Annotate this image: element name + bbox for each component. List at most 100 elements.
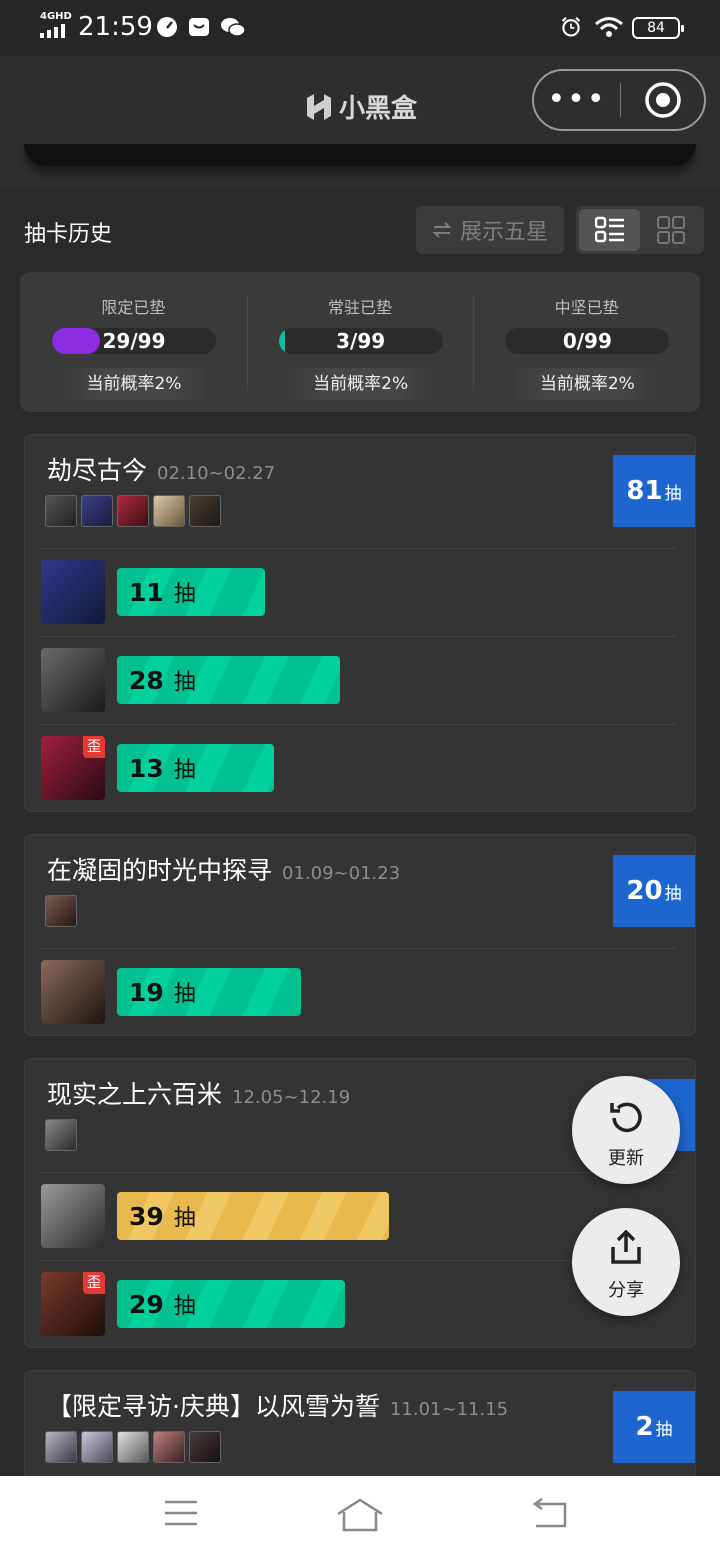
operator-avatar <box>41 648 105 712</box>
banner-card[interactable]: 【限定寻访·庆典】以风雪为誓 11.01~11.15 2抽 <box>24 1370 696 1490</box>
refresh-button[interactable]: 更新 <box>572 1076 680 1184</box>
pull-unit: 抽 <box>173 982 196 1007</box>
system-nav-bar <box>0 1476 720 1560</box>
close-target-icon <box>644 82 681 118</box>
pity-count: 3/99 <box>336 329 386 353</box>
clock: 21:59 <box>78 12 153 42</box>
off-banner-tag: 歪 <box>83 1272 105 1294</box>
xiaoheihe-logo-icon <box>307 93 331 120</box>
banner-date: 01.09~01.23 <box>282 863 401 884</box>
menu-icon <box>165 1500 197 1526</box>
grid-view-button[interactable] <box>640 209 701 251</box>
pull-unit: 抽 <box>173 582 196 607</box>
operator-thumbnail <box>45 1119 77 1151</box>
pity-progress-bar: 29/99 <box>52 328 216 354</box>
more-button[interactable]: ••• <box>534 85 620 115</box>
show-five-star-button[interactable]: 展示五星 <box>416 206 564 254</box>
pull-unit: 抽 <box>655 1419 673 1440</box>
pull-row: 19 抽 <box>41 948 675 1036</box>
message-icon <box>189 18 209 36</box>
banner-date: 11.01~11.15 <box>389 1399 509 1420</box>
network-type: 4GHD <box>40 11 72 22</box>
operator-thumbnail <box>189 1431 221 1463</box>
off-banner-tag: 歪 <box>83 736 105 758</box>
operator-thumbnail <box>117 1431 149 1463</box>
pity-progress-bar: 3/99 <box>278 328 443 354</box>
pull-count-bar: 29 抽 <box>117 1280 345 1328</box>
pull-count-bar: 19 抽 <box>117 968 301 1016</box>
pull-count-bar: 11 抽 <box>117 568 265 616</box>
home-button[interactable] <box>336 1498 384 1536</box>
current-rate: 当前概率2% <box>60 368 208 400</box>
total-pulls-badge: 20 抽 <box>613 855 695 927</box>
operator-thumbnails <box>45 1119 77 1151</box>
banner-card[interactable]: 劫尽古今 02.10~02.27 81 抽 11 抽 28 抽 歪 13 抽 <box>24 434 696 812</box>
home-icon <box>337 1498 383 1532</box>
list-view-button[interactable] <box>579 209 640 251</box>
refresh-icon <box>610 1102 642 1133</box>
total-pulls-badge: 2抽 <box>613 1391 695 1463</box>
show-five-star-label: 展示五星 <box>459 220 548 245</box>
operator-thumbnail <box>81 495 113 527</box>
operator-avatar <box>41 960 105 1024</box>
wechat-icon <box>221 18 246 37</box>
list-view-icon <box>594 216 624 243</box>
stat-label: 限定已垫 <box>101 298 166 317</box>
pull-count-bar: 39 抽 <box>117 1192 389 1240</box>
operator-thumbnail <box>117 495 149 527</box>
pull-unit: 抽 <box>664 483 682 504</box>
speedometer-icon <box>157 17 177 37</box>
swap-icon <box>432 222 452 238</box>
pull-unit: 抽 <box>664 883 682 904</box>
pull-count: 39 <box>129 1201 164 1231</box>
pull-unit: 抽 <box>173 1206 196 1231</box>
pull-unit: 抽 <box>173 758 196 783</box>
app-logo: 小黑盒 <box>305 88 417 125</box>
banner-bottom <box>24 144 696 166</box>
mini-program-header: 小黑盒 ••• <box>0 56 720 186</box>
banner-title: 【限定寻访·庆典】以风雪为誓 <box>47 1392 380 1421</box>
operator-thumbnail <box>45 895 77 927</box>
pull-row: 11 抽 <box>41 548 675 636</box>
total-pulls-badge: 81 抽 <box>613 455 695 527</box>
banner-title-line: 在凝固的时光中探寻 01.09~01.23 <box>47 851 400 887</box>
pull-count-bar: 13 抽 <box>117 744 274 792</box>
view-toggle <box>576 206 704 254</box>
banner-title: 在凝固的时光中探寻 <box>47 856 273 885</box>
refresh-label: 更新 <box>608 1148 644 1169</box>
battery-indicator: 84 <box>632 17 684 39</box>
total-pulls: 81 <box>626 476 663 506</box>
wifi-icon <box>595 17 623 37</box>
alarm-icon <box>561 16 581 37</box>
pull-unit: 抽 <box>173 1294 196 1319</box>
close-button[interactable] <box>621 81 704 119</box>
banner-title: 现实之上六百米 <box>47 1080 223 1109</box>
standard-pity: 常驻已垫 3/99 当前概率2% <box>246 272 474 412</box>
current-rate: 当前概率2% <box>286 368 435 400</box>
stat-label: 中坚已垫 <box>554 298 619 317</box>
share-button[interactable]: 分享 <box>572 1208 680 1316</box>
pull-count: 13 <box>129 753 164 783</box>
menu-button[interactable] <box>164 1498 198 1532</box>
banner-title: 劫尽古今 <box>47 456 148 485</box>
banner-title-line: 现实之上六百米 12.05~12.19 <box>47 1075 350 1111</box>
operator-avatar <box>41 560 105 624</box>
total-pulls: 2 <box>635 1412 654 1442</box>
banner-date: 02.10~02.27 <box>157 463 276 484</box>
capsule-menu: ••• <box>532 69 706 131</box>
operator-thumbnail <box>189 495 221 527</box>
pull-count-bar: 28 抽 <box>117 656 340 704</box>
banner-title-line: 劫尽古今 02.10~02.27 <box>47 451 275 487</box>
share-icon <box>611 1230 641 1264</box>
pull-count: 11 <box>129 577 164 607</box>
current-rate: 当前概率2% <box>513 368 662 400</box>
back-button[interactable] <box>530 1497 568 1532</box>
pity-stats-panel: 限定已垫 29/99 当前概率2% 常驻已垫 3/99 当前概率2% 中坚已垫 … <box>20 272 700 412</box>
operator-thumbnail <box>153 1431 185 1463</box>
pity-count: 0/99 <box>562 329 612 353</box>
section-title: 抽卡历史 <box>24 222 113 247</box>
limited-pity: 限定已垫 29/99 当前概率2% <box>20 272 247 412</box>
banner-card[interactable]: 在凝固的时光中探寻 01.09~01.23 20 抽 19 抽 <box>24 834 696 1036</box>
operator-avatar <box>41 1184 105 1248</box>
operator-thumbnails <box>45 495 221 527</box>
